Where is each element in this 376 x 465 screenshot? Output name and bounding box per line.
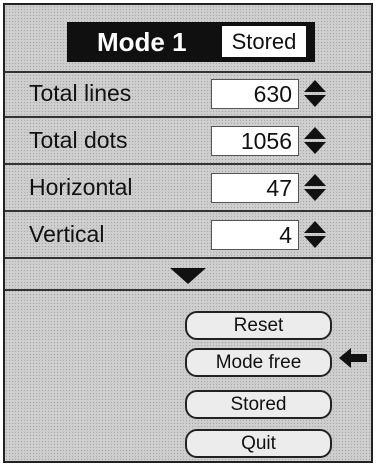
quit-button[interactable]: Quit	[185, 429, 332, 458]
decrement-arrow[interactable]	[304, 95, 326, 107]
total-lines-field[interactable]: 630	[211, 79, 299, 109]
more-options-band	[5, 259, 371, 291]
mode-title-bar: Mode 1 Stored	[67, 22, 315, 62]
up-down-arrows-icon[interactable]	[303, 174, 327, 202]
increment-arrow[interactable]	[304, 221, 326, 233]
up-down-arrows-icon[interactable]	[303, 221, 327, 249]
increment-arrow[interactable]	[304, 80, 326, 92]
increment-arrow[interactable]	[304, 174, 326, 186]
up-down-arrows-icon[interactable]	[303, 80, 327, 108]
total-dots-field[interactable]: 1056	[211, 126, 299, 156]
panel-header: Mode 1 Stored	[5, 5, 371, 73]
decrement-arrow[interactable]	[304, 142, 326, 154]
decrement-arrow[interactable]	[304, 189, 326, 201]
mode-settings-panel: Mode 1 Stored Total lines 630 Total dots…	[3, 3, 373, 463]
setting-label: Horizontal	[29, 174, 133, 200]
mode-free-button[interactable]: Mode free	[185, 348, 332, 377]
vertical-field[interactable]: 4	[211, 220, 299, 250]
mode-title: Mode 1	[97, 27, 187, 57]
stored-button[interactable]: Stored	[185, 390, 332, 419]
left-arrow-icon	[339, 348, 367, 368]
setting-label: Vertical	[29, 221, 105, 247]
setting-row-total-dots: Total dots 1056	[5, 118, 371, 165]
setting-row-horizontal: Horizontal 47	[5, 165, 371, 212]
reset-button[interactable]: Reset	[185, 311, 332, 340]
increment-arrow[interactable]	[304, 127, 326, 139]
setting-row-vertical: Vertical 4	[5, 212, 371, 259]
horizontal-field[interactable]: 47	[211, 173, 299, 203]
up-down-arrows-icon[interactable]	[303, 127, 327, 155]
setting-row-total-lines: Total lines 630	[5, 71, 371, 118]
down-triangle-icon[interactable]	[170, 268, 206, 284]
setting-label: Total lines	[29, 80, 132, 106]
decrement-arrow[interactable]	[304, 236, 326, 248]
mode-status-box: Stored	[222, 26, 306, 57]
setting-label: Total dots	[29, 127, 128, 153]
